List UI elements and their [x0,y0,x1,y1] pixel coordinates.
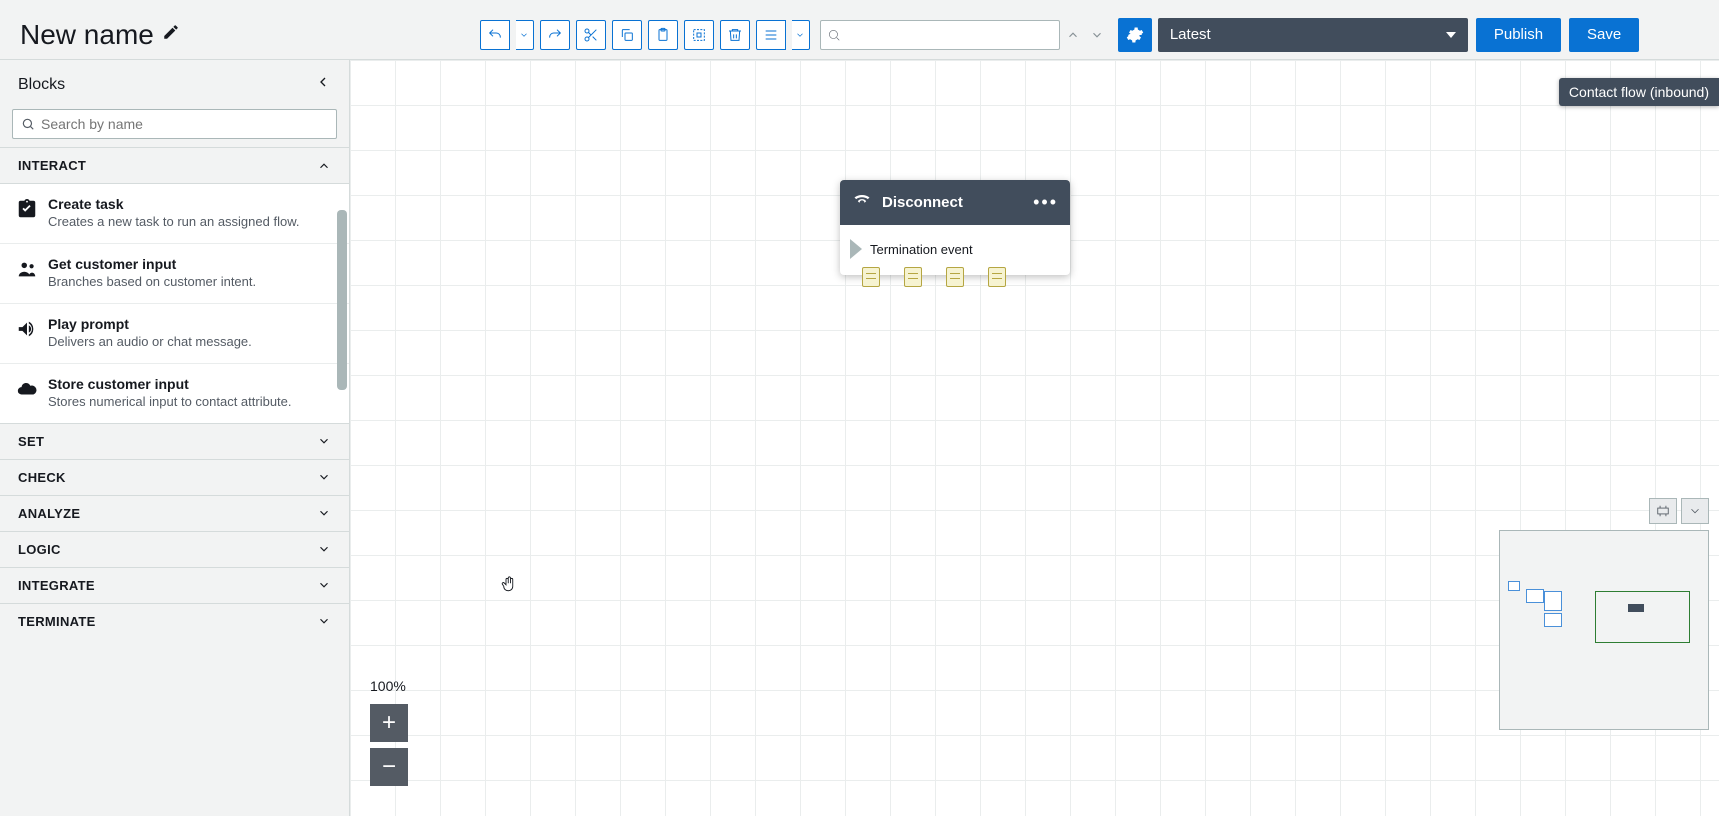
block-desc: Creates a new task to run an assigned fl… [48,214,333,231]
block-desc: Branches based on customer intent. [48,274,333,291]
delete-button[interactable] [720,20,750,50]
zoom-level: 100% [370,678,408,694]
node-note-peg[interactable] [946,267,964,287]
category-analyze[interactable]: ANALYZE [0,495,349,531]
block-title: Create task [48,196,333,212]
save-button[interactable]: Save [1569,18,1639,52]
select-all-button[interactable] [684,20,714,50]
category-label: LOGIC [18,542,61,557]
scrollbar-thumb[interactable] [337,210,347,390]
sidebar-title: Blocks [18,76,65,94]
edit-title-icon[interactable] [162,23,180,46]
block-title: Play prompt [48,316,333,332]
search-prev-button[interactable] [1062,24,1084,46]
block-desc: Stores numerical input to contact attrib… [48,394,333,411]
chevron-down-icon [1446,32,1456,38]
block-create-task[interactable]: Create task Creates a new task to run an… [0,184,349,244]
flow-canvas[interactable]: Contact flow (inbound) Disconnect ••• Te… [350,60,1719,816]
block-play-prompt[interactable]: Play prompt Delivers an audio or chat me… [0,304,349,364]
canvas-search-input[interactable] [847,27,1053,42]
chevron-down-icon [317,542,331,556]
chevron-down-icon [317,434,331,448]
speaker-icon [16,318,38,340]
zoom-out-button[interactable]: − [370,748,408,786]
disconnect-icon [852,190,872,215]
category-label: INTERACT [18,158,86,173]
block-title: Get customer input [48,256,333,272]
category-logic[interactable]: LOGIC [0,531,349,567]
fit-view-button[interactable] [1649,498,1677,524]
block-store-customer-input[interactable]: Store customer input Stores numerical in… [0,364,349,423]
sidebar-search[interactable] [12,109,337,139]
category-label: CHECK [18,470,66,485]
node-note-peg[interactable] [988,267,1006,287]
block-title: Store customer input [48,376,333,392]
category-label: TERMINATE [18,614,96,629]
arrange-dropdown[interactable] [792,20,810,50]
canvas-search[interactable] [820,20,1060,50]
node-note-peg[interactable] [904,267,922,287]
zoom-in-button[interactable]: + [370,704,408,742]
publish-button[interactable]: Publish [1476,18,1561,52]
undo-dropdown[interactable] [516,20,534,50]
node-note-peg[interactable] [862,267,880,287]
block-desc: Delivers an audio or chat message. [48,334,333,351]
category-set[interactable]: SET [0,423,349,459]
page-title: New name [20,19,154,51]
search-next-button[interactable] [1086,24,1108,46]
node-body-text: Termination event [870,242,973,257]
node-input-port[interactable] [850,239,862,259]
category-integrate[interactable]: INTEGRATE [0,567,349,603]
category-interact[interactable]: INTERACT [0,147,349,183]
chevron-down-icon [317,470,331,484]
sidebar-search-input[interactable] [41,116,328,132]
minimap-dropdown[interactable] [1681,498,1709,524]
collapse-sidebar-icon[interactable] [315,74,331,95]
category-check[interactable]: CHECK [0,459,349,495]
category-label: INTEGRATE [18,578,95,593]
hand-cursor-icon [500,575,518,593]
chevron-up-icon [317,159,331,173]
cloud-icon [16,378,38,400]
flow-type-label: Contact flow (inbound) [1559,78,1719,106]
category-terminate[interactable]: TERMINATE [0,603,349,639]
node-title: Disconnect [882,194,963,211]
node-disconnect[interactable]: Disconnect ••• Termination event [840,180,1070,275]
cut-button[interactable] [576,20,606,50]
chevron-down-icon [317,506,331,520]
node-menu-icon[interactable]: ••• [1033,192,1058,213]
redo-button[interactable] [540,20,570,50]
blocks-sidebar: Blocks INTERACT Create task Creates a ne… [0,60,350,816]
chevron-down-icon [317,614,331,628]
settings-button[interactable] [1118,18,1152,52]
block-get-customer-input[interactable]: Get customer input Branches based on cus… [0,244,349,304]
undo-button[interactable] [480,20,510,50]
category-label: ANALYZE [18,506,80,521]
chevron-down-icon [317,578,331,592]
people-icon [16,258,38,280]
version-select-label: Latest [1170,26,1211,43]
version-select[interactable]: Latest [1158,18,1468,52]
task-icon [16,198,38,220]
paste-button[interactable] [648,20,678,50]
arrange-button[interactable] [756,20,786,50]
copy-button[interactable] [612,20,642,50]
category-label: SET [18,434,44,449]
minimap[interactable] [1499,530,1709,730]
